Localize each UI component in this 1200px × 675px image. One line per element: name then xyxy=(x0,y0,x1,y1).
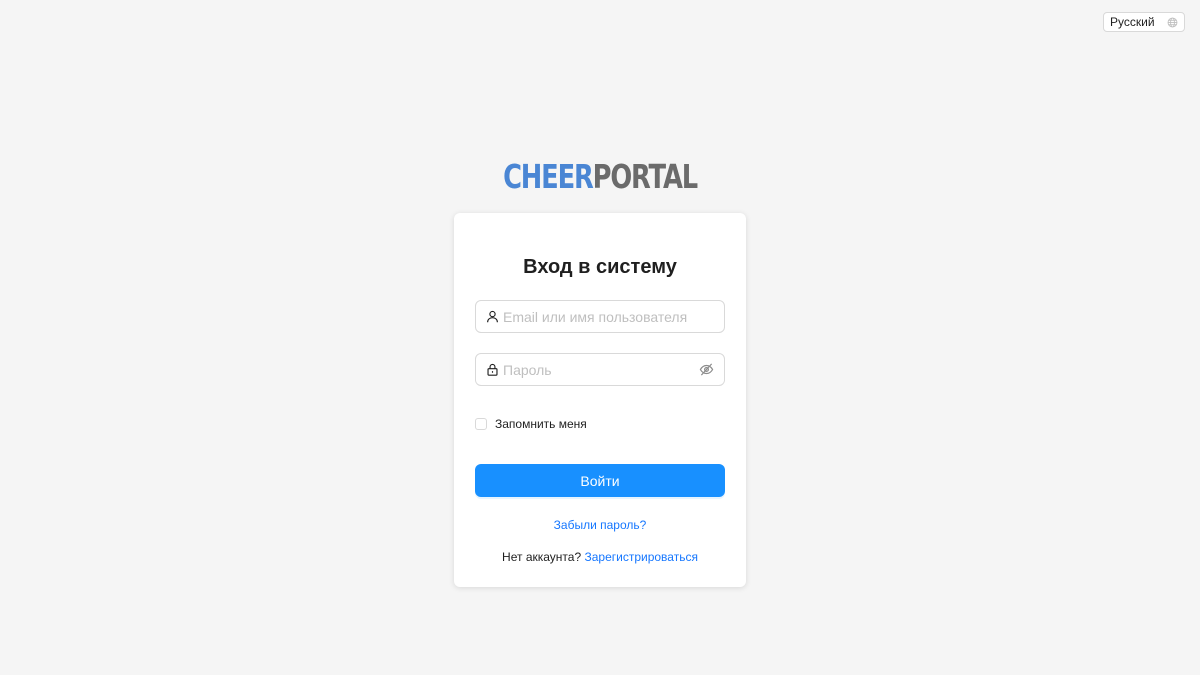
login-title: Вход в систему xyxy=(523,256,677,278)
password-input[interactable] xyxy=(503,361,695,378)
remember-me[interactable]: Запомнить меня xyxy=(475,417,587,431)
login-card: Вход в систему Email или имя пользовател… xyxy=(454,213,746,587)
username-field[interactable] xyxy=(475,300,725,333)
logo: CHEERPORTAL xyxy=(132,157,1068,197)
signup-row: Нет аккаунта? Зарегистрироваться xyxy=(454,550,746,564)
lock-icon xyxy=(486,363,499,376)
remember-me-checkbox[interactable] xyxy=(475,418,487,430)
remember-me-label: Запомнить меня xyxy=(495,417,587,431)
no-account-text: Нет аккаунта? xyxy=(502,550,582,564)
language-select[interactable]: Русский xyxy=(1103,12,1185,32)
eye-invisible-icon[interactable] xyxy=(699,362,714,377)
register-link[interactable]: Зарегистрироваться xyxy=(584,550,697,564)
language-select-label: Русский xyxy=(1110,15,1155,29)
forgot-password-link[interactable]: Забыли пароль? xyxy=(554,518,647,532)
logo-part-cheer: CHEER xyxy=(503,157,594,196)
user-icon xyxy=(486,310,499,323)
forgot-password-row: Забыли пароль? xyxy=(454,518,746,532)
logo-part-portal: PORTAL xyxy=(592,157,698,196)
login-button[interactable]: Войти xyxy=(475,464,725,497)
login-page: Русский CHEERPORTAL Вход в систему Email… xyxy=(0,0,1200,675)
username-input[interactable] xyxy=(503,308,714,325)
password-field[interactable] xyxy=(475,353,725,386)
globe-icon xyxy=(1167,17,1178,28)
